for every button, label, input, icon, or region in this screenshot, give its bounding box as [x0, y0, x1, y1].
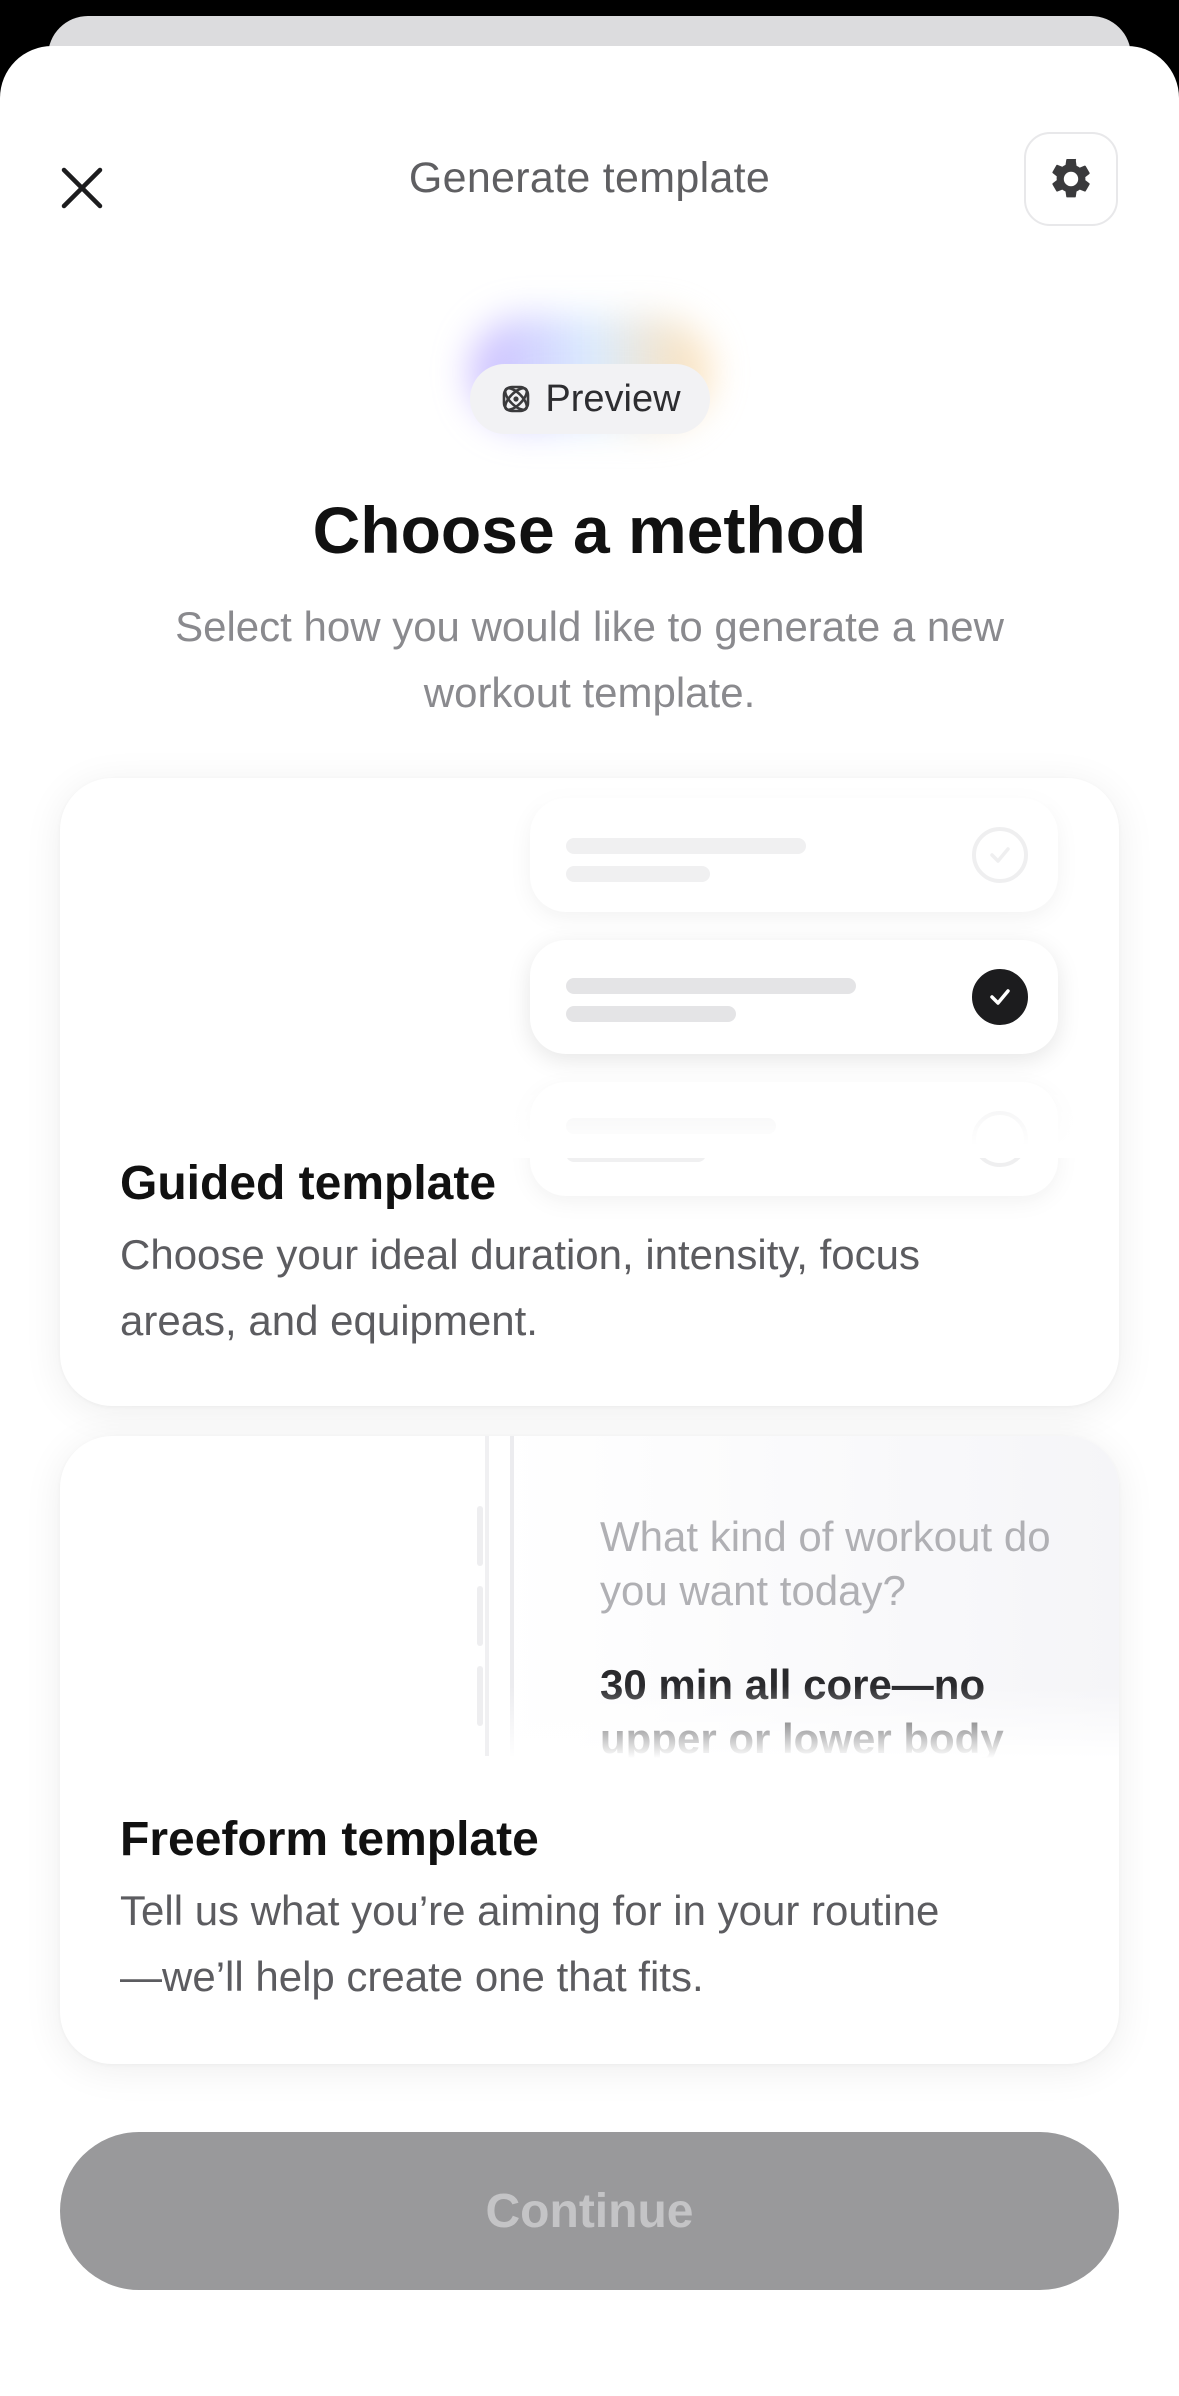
settings-button[interactable]: [1024, 132, 1118, 226]
freeform-template-description: Tell us what you’re aiming for in your r…: [120, 1887, 940, 2000]
guided-template-description: Choose your ideal duration, intensity, f…: [120, 1231, 921, 1344]
guided-template-title: Guided template: [120, 1157, 497, 1210]
page-title: Generate template: [408, 154, 771, 202]
continue-button[interactable]: Continue: [60, 2132, 1119, 2290]
check-circle-icon: [972, 827, 1028, 883]
preview-badge: Preview: [470, 364, 710, 434]
freeform-template-title: Freeform template: [120, 1813, 539, 1866]
gear-icon: [1052, 158, 1090, 198]
checkmark-icon: [972, 969, 1028, 1025]
generate-template-sheet: Generate template Preview Choose a metho…: [0, 46, 1179, 2396]
illustration-question: What kind of workout do you want today?: [600, 1513, 1051, 1614]
atom-icon: [503, 385, 530, 413]
method-subtitle: Select how you would like to generate a …: [175, 603, 1004, 716]
guided-template-card[interactable]: Guided template Choose your ideal durati…: [60, 778, 1119, 1406]
illustration-option-selected: [530, 940, 1058, 1054]
freeform-template-card[interactable]: What kind of workout do you want today? …: [60, 1436, 1119, 2064]
preview-badge-label: Preview: [545, 377, 681, 420]
method-heading: Choose a method: [312, 493, 867, 567]
